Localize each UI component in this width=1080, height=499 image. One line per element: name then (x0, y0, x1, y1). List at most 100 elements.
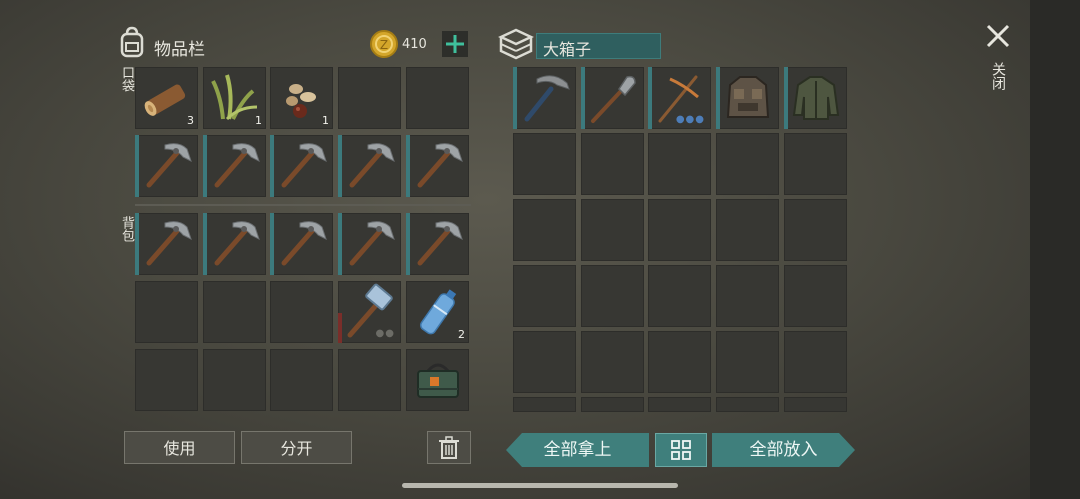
chest-slot-empty[interactable] (648, 331, 711, 393)
chest-slot-empty[interactable] (784, 199, 847, 261)
right-edge-panel (1030, 0, 1080, 499)
chest-slot-empty[interactable] (784, 265, 847, 327)
item-count: 1 (255, 114, 262, 127)
chest-slot-empty[interactable] (648, 199, 711, 261)
backpack-slot-empty[interactable] (270, 349, 333, 411)
chest-slot-shovel[interactable] (581, 67, 644, 129)
pickaxe-icon (203, 213, 266, 275)
pickaxe-icon (406, 135, 469, 197)
chest-slot-pickaxe[interactable]: ●●● (648, 67, 711, 129)
chest-slot-empty[interactable] (716, 265, 779, 327)
chest-slot-empty[interactable] (513, 397, 576, 412)
pickaxe-icon (203, 135, 266, 197)
backpack-slot-pickaxe[interactable] (270, 213, 333, 275)
chest-slot-empty[interactable] (513, 199, 576, 261)
chest-slot-empty[interactable] (581, 133, 644, 195)
backpack-slot-pickaxe[interactable] (135, 213, 198, 275)
chest-slot-empty[interactable] (648, 265, 711, 327)
chest-slot-empty[interactable] (784, 133, 847, 195)
quality-dots: ●●● (675, 114, 705, 125)
close-button[interactable]: 关闭 (978, 18, 1018, 104)
coin-icon: Z (369, 29, 399, 59)
chest-slot-empty[interactable] (648, 397, 711, 412)
pickaxe-icon (524, 75, 570, 122)
backpack-slot-sledgehammer[interactable]: ●● (338, 281, 401, 343)
chest-slot-empty[interactable] (648, 133, 711, 195)
chest-slot-empty[interactable] (716, 199, 779, 261)
take-all-button[interactable]: 全部拿上 (506, 433, 649, 467)
chest-slot-armor[interactable] (716, 67, 779, 129)
pocket-slot-empty[interactable] (406, 67, 469, 129)
backpack-label: 背包 (119, 216, 134, 242)
backpack-slot-toolbox[interactable] (406, 349, 469, 411)
chest-slot-empty[interactable] (716, 331, 779, 393)
put-all-label: 全部放入 (749, 440, 818, 460)
grid-sort-icon (671, 440, 691, 460)
backpack-slot-pickaxe[interactable] (203, 213, 266, 275)
backpack-icon (117, 26, 147, 58)
add-coins-button[interactable] (442, 31, 468, 57)
pocket-slot-plant-fiber[interactable]: 1 (203, 67, 266, 129)
backpack-slot-empty[interactable] (270, 281, 333, 343)
sort-button[interactable] (655, 433, 707, 467)
put-all-button[interactable]: 全部放入 (712, 433, 855, 467)
pickaxe-icon (270, 135, 333, 197)
pocket-slot-pickaxe[interactable] (338, 135, 401, 197)
backpack-slot-water-bottle[interactable]: 2 (406, 281, 469, 343)
pocket-slot-wood[interactable]: 3 (135, 67, 198, 129)
chest-slot-empty[interactable] (513, 133, 576, 195)
pickaxe-icon (406, 213, 469, 275)
pocket-slot-pickaxe[interactable] (406, 135, 469, 197)
chest-slot-pickaxe[interactable] (513, 67, 576, 129)
item-count: 3 (187, 114, 194, 127)
chest-slot-empty[interactable] (784, 331, 847, 393)
close-icon (986, 24, 1010, 48)
coin-balance: 410 (402, 37, 427, 52)
backpack-slot-pickaxe[interactable] (338, 213, 401, 275)
chest-slot-empty[interactable] (581, 331, 644, 393)
backpack-slot-empty[interactable] (203, 281, 266, 343)
chest-title-text: 大箱子 (543, 40, 592, 59)
take-all-label: 全部拿上 (543, 440, 612, 460)
backpack-slot-empty[interactable] (338, 349, 401, 411)
chest-slot-empty[interactable] (581, 265, 644, 327)
svg-text:Z: Z (380, 38, 388, 52)
backpack-slot-empty[interactable] (135, 281, 198, 343)
pickaxe-icon (270, 213, 333, 275)
pocket-slot-pickaxe[interactable] (135, 135, 198, 197)
pocket-slot-empty[interactable] (338, 67, 401, 129)
pocket-slot-seeds[interactable]: 1 (270, 67, 333, 129)
chest-title: 大箱子 (536, 33, 661, 59)
home-indicator[interactable] (402, 483, 678, 488)
chest-slot-empty[interactable] (784, 397, 847, 412)
chest-slot-empty[interactable] (513, 265, 576, 327)
pickaxe-icon (338, 213, 401, 275)
item-count: 1 (322, 114, 329, 127)
trash-icon (439, 436, 459, 459)
chest-slot-empty[interactable] (716, 397, 779, 412)
jacket-icon (792, 76, 840, 120)
backpack-slot-empty[interactable] (203, 349, 266, 411)
close-label: 关闭 (990, 62, 1006, 90)
pocket-label: 口袋 (119, 66, 134, 92)
armor-vest-icon (726, 76, 770, 118)
section-divider (135, 204, 471, 206)
trash-button[interactable] (427, 431, 471, 464)
backpack-slot-empty[interactable] (135, 349, 198, 411)
pickaxe-icon (338, 135, 401, 197)
chest-slot-jacket[interactable] (784, 67, 847, 129)
pickaxe-icon (135, 213, 198, 275)
backpack-slot-pickaxe[interactable] (406, 213, 469, 275)
chest-slot-empty[interactable] (716, 133, 779, 195)
chest-slot-empty[interactable] (513, 331, 576, 393)
chest-slot-empty[interactable] (581, 199, 644, 261)
chest-slot-empty[interactable] (581, 397, 644, 412)
split-button[interactable]: 分开 (241, 431, 352, 464)
use-button[interactable]: 使用 (124, 431, 235, 464)
inventory-title: 物品栏 (154, 40, 205, 60)
quality-dots: ●● (375, 328, 395, 339)
pocket-slot-pickaxe[interactable] (203, 135, 266, 197)
plus-icon (446, 35, 464, 53)
chest-icon (498, 27, 534, 61)
pocket-slot-pickaxe[interactable] (270, 135, 333, 197)
